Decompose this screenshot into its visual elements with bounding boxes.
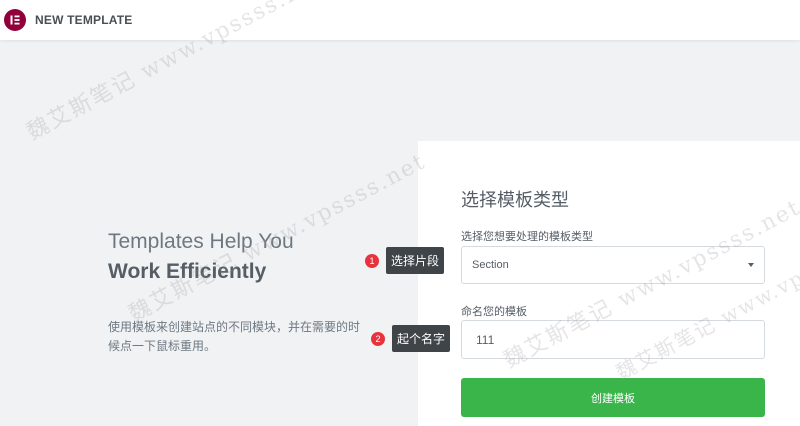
annotation-label: 选择片段 [386,247,445,274]
template-name-input[interactable] [461,320,765,359]
annotation-number: 1 [365,253,379,268]
template-form-panel: 选择模板类型 选择您想要处理的模板类型 Section 命名您的模板 创建模板 [418,141,800,426]
top-bar: NEW TEMPLATE [0,0,800,40]
caret-down-icon [748,263,754,267]
annotation-number: 2 [371,331,385,346]
header-title: NEW TEMPLATE [35,13,133,27]
template-type-label: 选择您想要处理的模板类型 [461,231,593,243]
hero-line-2: Work Efficiently [108,260,267,283]
annotation-label: 起个名字 [392,325,451,352]
template-type-value: Section [472,259,509,271]
form-title: 选择模板类型 [461,190,569,210]
create-template-button[interactable]: 创建模板 [461,378,765,417]
elementor-logo-icon [4,9,26,31]
annotation-2: 2 起个名字 [371,325,451,352]
template-type-select[interactable]: Section [461,246,765,284]
annotation-1: 1 选择片段 [365,247,445,274]
template-name-label: 命名您的模板 [461,306,527,318]
hero-line-1: Templates Help You [108,230,294,253]
hero-heading: Templates Help You Work Efficiently [108,228,294,289]
hero-description: 使用模板来创建站点的不同模块，并在需要的时候点一下鼠标重用。 [108,320,361,353]
